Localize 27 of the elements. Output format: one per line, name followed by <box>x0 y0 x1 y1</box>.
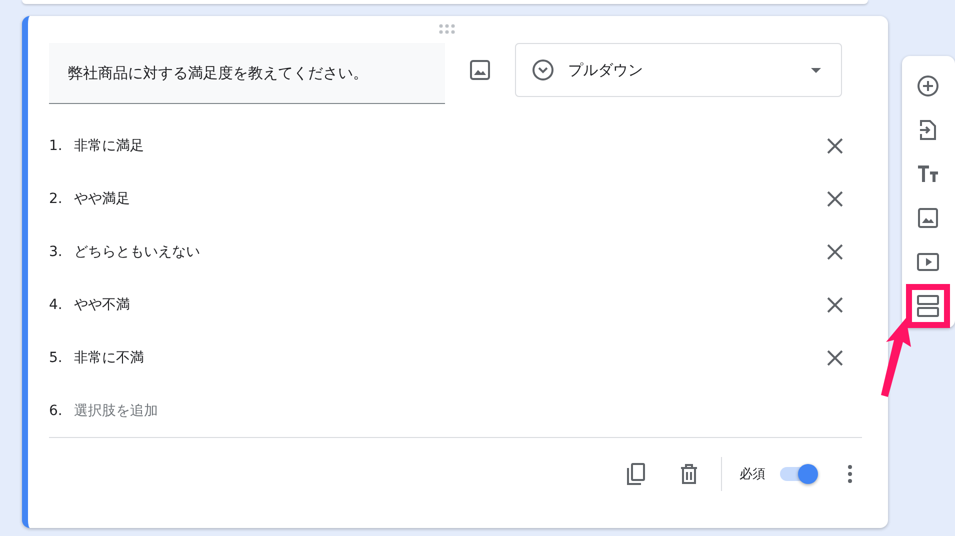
image-icon[interactable] <box>468 58 492 82</box>
question-field[interactable]: 弊社商品に対する満足度を教えてください。 <box>49 43 445 104</box>
caret-icon <box>811 68 821 72</box>
text-size-icon <box>917 165 940 183</box>
option-label: どちらともいえない <box>74 242 201 260</box>
required-label: 必須 <box>740 466 766 483</box>
add-option-link[interactable]: 選択肢を追加 <box>74 402 862 420</box>
option-number: 6. <box>49 402 64 418</box>
file-import-icon <box>919 119 938 141</box>
drag-handle-icon[interactable] <box>438 24 456 34</box>
option-number: 2. <box>49 190 64 206</box>
option-number: 3. <box>49 244 64 260</box>
add-section-button[interactable] <box>906 284 950 328</box>
option-label: やや不満 <box>74 296 131 314</box>
option-number: 5. <box>49 350 64 366</box>
image-icon <box>918 208 938 228</box>
section-icon <box>917 295 940 317</box>
required-toggle[interactable] <box>778 464 818 484</box>
option-label: やや満足 <box>74 190 131 208</box>
add-circle-icon <box>917 75 940 97</box>
option-label: 非常に不満 <box>74 348 145 366</box>
dropdown-circle-icon <box>532 59 554 81</box>
question-type-dropdown[interactable]: プルダウン <box>515 43 842 97</box>
video-icon <box>917 253 940 271</box>
option-label: 非常に満足 <box>74 136 145 154</box>
option-number: 1. <box>49 138 64 154</box>
option-number: 4. <box>49 296 64 312</box>
